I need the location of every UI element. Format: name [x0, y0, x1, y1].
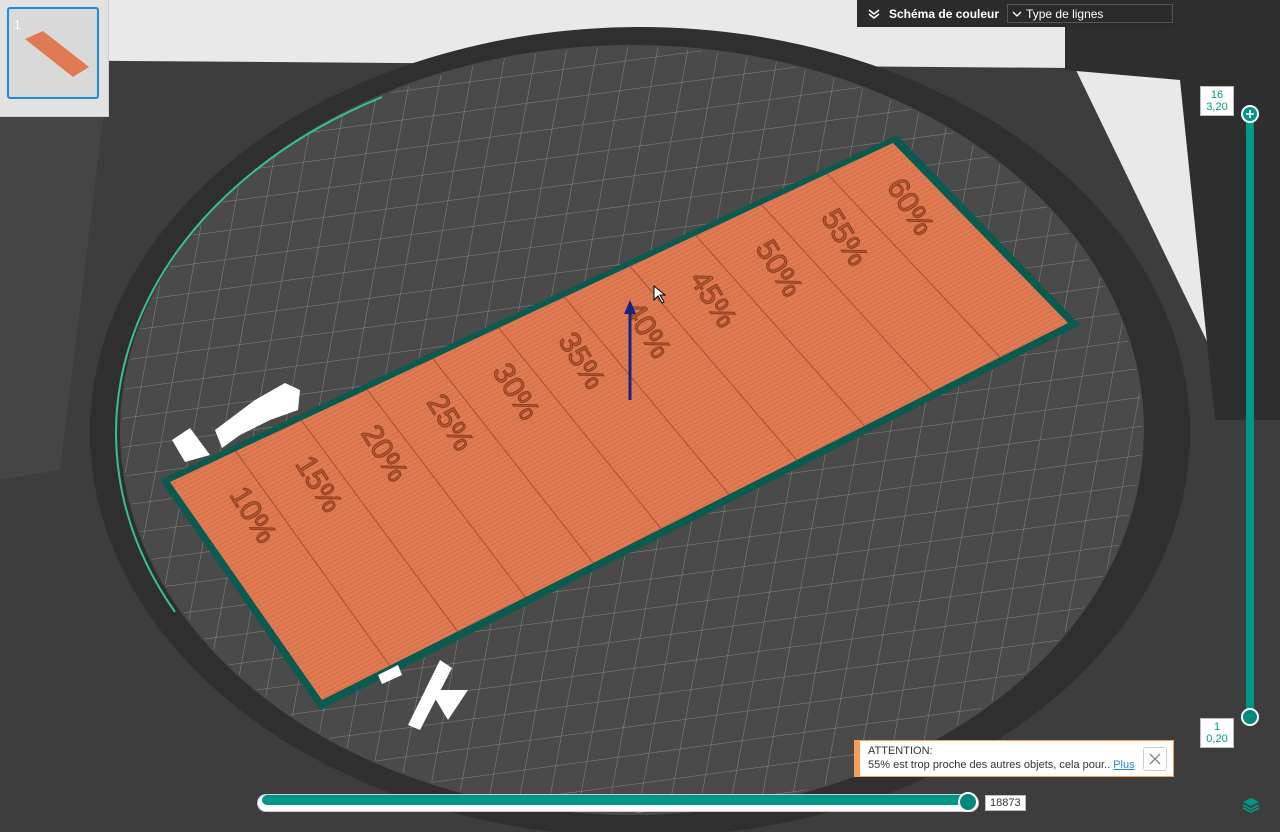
- dropdown-chevron-icon: [1012, 11, 1022, 17]
- color-scheme-label: Schéma de couleur: [889, 6, 1000, 21]
- warning-more-link[interactable]: Plus: [1113, 759, 1134, 771]
- plate-number: 1: [14, 18, 21, 32]
- move-slider-handle[interactable]: [958, 792, 978, 812]
- color-scheme-selected: Type de lignes: [1026, 6, 1104, 21]
- warning-message: 55% est trop proche des autres objets, c…: [868, 759, 1111, 771]
- chevron-down-icon[interactable]: [865, 5, 883, 23]
- layer-top-height: 3,20: [1206, 101, 1228, 113]
- move-slider-fill: [262, 795, 968, 805]
- layer-slider-track[interactable]: [1246, 110, 1254, 720]
- color-scheme-select[interactable]: Type de lignes: [1007, 4, 1173, 23]
- warning-title: ATTENTION:: [868, 745, 933, 757]
- layers-icon[interactable]: [1240, 794, 1262, 816]
- warning-notification: ATTENTION: 55% est trop proche des autre…: [854, 740, 1174, 777]
- layer-top-number: 16: [1210, 89, 1224, 101]
- layer-bottom-number: 1: [1213, 721, 1221, 733]
- layer-slider-bottom-handle[interactable]: [1241, 708, 1259, 726]
- move-slider[interactable]: [258, 792, 980, 814]
- plate-thumbnail-image: [25, 31, 89, 77]
- close-icon[interactable]: [1143, 747, 1167, 771]
- move-slider-value: 18873: [985, 795, 1026, 811]
- layer-top-label: 16 3,20: [1200, 86, 1234, 116]
- layer-slider[interactable]: [1241, 105, 1259, 726]
- color-scheme-toolbar: Schéma de couleur Type de lignes: [857, 0, 1173, 27]
- layer-slider-top-handle[interactable]: [1241, 105, 1259, 123]
- layer-bottom-label: 1 0,20: [1200, 718, 1234, 748]
- layer-bottom-height: 0,20: [1206, 733, 1228, 745]
- 3d-viewport[interactable]: 10% 15% 20% 25% 30% 35% 40% 45% 50% 55% 60%: [0, 0, 1280, 832]
- plus-icon: [1246, 110, 1254, 118]
- plate-thumbnail-panel: 1: [0, 0, 109, 117]
